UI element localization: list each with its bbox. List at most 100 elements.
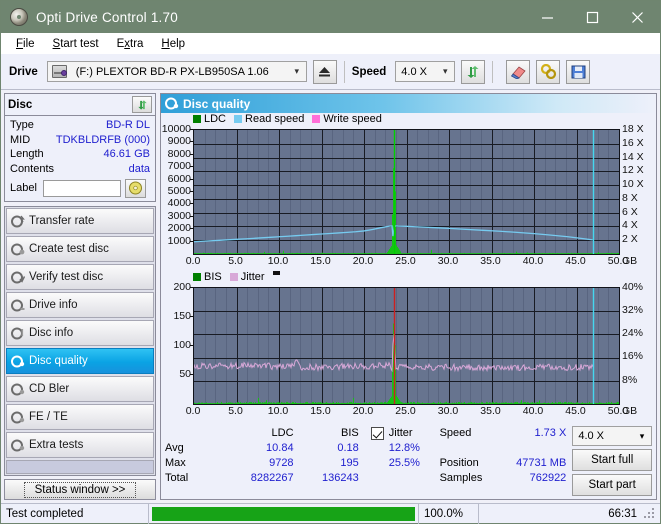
minimize-icon[interactable] [525,1,570,33]
disc-rows: Type BD-R DL MID TDKBLDRFB (000) Length … [5,116,155,201]
sidebar-item-disc-info[interactable]: Disc info [6,320,154,346]
start-part-button[interactable]: Start part [572,474,652,496]
refresh-button[interactable] [461,59,486,84]
menu-extra[interactable]: Extra [108,36,153,52]
disc-row-contents-value: data [128,162,150,175]
speed-stat-label: Speed [439,427,472,439]
legend-ldc: LDC [193,113,226,125]
x-axis-tick: 15.0 [310,404,331,417]
bitsetting-button[interactable] [536,59,561,84]
sidebar-item-fe-te[interactable]: FE / TE [6,404,154,430]
y-axis-left-tick: 10000 [161,123,191,135]
x-axis-tick: 35.0 [480,404,501,417]
progress-bar [149,503,419,524]
jitter-spacer [371,471,440,486]
sidebar-item-drive-info[interactable]: Drive info [6,292,154,318]
legend-jitter: Jitter [229,271,265,283]
sidebar-item-cd-bler[interactable]: CD Bler [6,376,154,402]
start-full-button[interactable]: Start full [572,449,652,471]
position-stat-label: Position [439,457,479,469]
menu-start-test[interactable]: Start test [44,36,108,52]
x-axis-unit-label: GB [622,255,638,267]
eraser-button[interactable] [506,59,531,84]
main-body: Disc Type BD-R DL MID TDKBLDRFB (000) Le… [1,90,660,503]
toolbar-divider [343,60,345,83]
close-icon[interactable] [615,1,660,33]
samples-stat-label: Samples [439,472,483,484]
legend-swatch-icon [312,115,321,123]
chart-legend-bottom: BIS Jitter [193,271,280,283]
drive-info-icon [7,299,29,312]
chevron-down-icon: ▾ [294,66,300,76]
x-axis-tick: 25.0 [395,404,416,417]
nav-filler [6,460,154,474]
status-window-label: Status window >> [23,481,137,498]
y-axis-tick-mark [190,315,193,317]
y-axis-tick-mark [190,228,193,230]
test-speed-select[interactable]: 4.0 X ▾ [572,426,652,446]
drive-select-value: (F:) PLEXTOR BD-R PX-LB950SA 1.06 [75,65,269,78]
y-axis-right-tick: 8 X [622,191,638,204]
resize-grip-icon[interactable] [642,506,658,522]
speed-select[interactable]: 4.0 X ▾ [395,61,456,82]
sidebar-item-label: Drive info [29,299,78,311]
x-axis-tick: 10.0 [267,404,289,417]
x-axis-tick: 15.0 [310,255,331,267]
maximize-icon[interactable] [570,1,615,33]
jitter-checkbox[interactable] [370,426,384,440]
position-stat-value: 47731 MB [516,457,567,469]
disc-refresh-button[interactable] [132,96,152,113]
cd-icon-button[interactable] [124,178,146,198]
jitter-block: Jitter 12.8% 25.5% [359,426,440,496]
title-bar: Opti Drive Control 1.70 [1,1,660,33]
speed-stat-value: 1.73 X [534,427,567,439]
toolbar: Drive (F:) PLEXTOR BD-R PX-LB950SA 1.06 … [1,54,660,90]
status-window-button[interactable]: Status window >> [4,479,156,500]
panel-header: Disc quality [161,94,656,113]
y-axis-tick-mark [190,191,193,192]
sidebar-item-extra-tests[interactable]: Extra tests [6,432,154,458]
speed-select-value: 4.0 X [401,65,427,78]
sidebar-item-verify-test-disc[interactable]: Verify test disc [6,264,154,290]
menu-file[interactable]: File [7,36,44,52]
disc-quality-panel: Disc quality LDC Read speed Write speed … [160,93,657,500]
chart-plot-bottom [193,286,620,405]
y-axis-right-tick: 14 X [622,150,644,163]
y-axis-right-tick: 24% [622,327,644,340]
status-message: Test completed [1,503,149,524]
disc-quality-icon [161,97,183,110]
save-button[interactable] [566,59,591,84]
disc-box-title: Disc [8,98,33,111]
y-axis-left-tick: 4000 [167,197,191,210]
jitter-max: 25.5% [388,457,420,469]
sidebar-item-label: Transfer rate [29,215,95,227]
y-axis-right-tick: 32% [622,304,644,317]
drive-select[interactable]: (F:) PLEXTOR BD-R PX-LB950SA 1.06 ▾ [46,61,307,82]
disc-label-input[interactable] [42,179,121,197]
progress-bar-fill [152,506,415,521]
y-axis-left-tick: 8000 [167,147,191,160]
y-axis-tick-mark [190,178,193,180]
legend-read-speed: Read speed [234,113,304,125]
sidebar-item-label: Verify test disc [29,271,104,283]
chevron-down-icon: ▾ [443,66,448,76]
menu-help[interactable]: Help [152,36,194,52]
sidebar-item-transfer-rate[interactable]: Transfer rate [6,208,154,234]
sidebar-item-disc-quality[interactable]: Disc quality [6,348,154,374]
x-axis-tick: 20.0 [352,404,374,417]
disc-row-mid-key: MID [10,133,31,146]
speed-label: Speed [351,65,387,78]
stats-header-spacer [165,426,228,441]
disc-burn-icon [7,243,29,256]
y-axis-tick-mark [190,286,193,288]
disc-test-icon [7,215,29,228]
chart-bis-jitter: BIS Jitter 8% 16% 24% 32% 40% 50 100 150 200 0.0 5… [161,271,656,423]
legend-swatch-icon [234,115,243,123]
y-axis-left-tick: 3000 [167,209,191,222]
legend-label: Read speed [245,113,305,125]
sidebar-item-create-test-disc[interactable]: Create test disc [6,236,154,262]
eject-button[interactable] [312,59,337,84]
legend-swatch-icon [229,272,238,281]
y-axis-right-tick: 10 X [622,178,644,191]
test-speed-value: 4.0 X [578,430,605,442]
